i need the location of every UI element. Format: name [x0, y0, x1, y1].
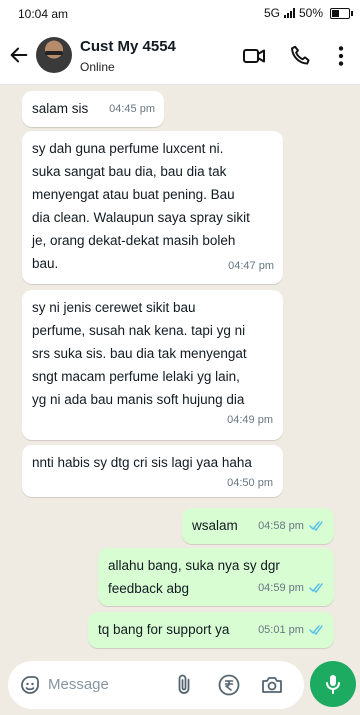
more-options-icon[interactable]	[328, 43, 354, 69]
contact-name[interactable]: Cust My 4554	[80, 38, 176, 55]
status-indicators: 5G 50%	[263, 6, 353, 20]
camera-icon[interactable]	[260, 673, 284, 697]
message-time: 04:47 pm	[228, 260, 274, 272]
read-receipt-icon	[309, 583, 323, 593]
battery-percent: 50%	[298, 6, 323, 20]
attach-icon[interactable]	[172, 673, 196, 697]
message-text: tq bang for support ya	[98, 622, 230, 637]
message-composer[interactable]: Message	[8, 661, 304, 709]
message-bubble-outgoing[interactable]: allahu bang, suka nya sy dgr feedback ab…	[98, 548, 334, 606]
message-meta: 04:58 pm	[258, 515, 325, 538]
payment-rupee-icon[interactable]	[217, 673, 241, 697]
microphone-icon	[326, 675, 340, 694]
message-bubble-incoming[interactable]: salam sis 04:45 pm	[22, 91, 164, 127]
battery-icon	[330, 7, 353, 19]
message-meta: 05:01 pm	[258, 619, 325, 642]
chat-header: Cust My 4554 Online	[0, 28, 360, 85]
message-time: 04:45 pm	[109, 103, 155, 115]
signal-icon	[283, 8, 295, 18]
read-receipt-icon	[309, 521, 323, 531]
message-bubble-incoming[interactable]: sy dah guna perfume luxcent ni. suka san…	[22, 131, 283, 284]
message-time: 04:50 pm	[227, 477, 273, 489]
message-time: 04:59 pm	[258, 582, 304, 594]
message-bubble-incoming[interactable]: nnti habis sy dtg cri sis lagi yaa haha …	[22, 445, 283, 497]
message-bubble-outgoing[interactable]: tq bang for support ya 05:01 pm	[88, 612, 334, 648]
message-time: 04:49 pm	[227, 414, 273, 426]
network-type: 5G	[263, 6, 280, 20]
message-meta: 04:59 pm	[258, 577, 325, 600]
message-text: nnti habis sy dtg cri sis lagi yaa haha	[32, 455, 252, 470]
message-text: sy dah guna perfume luxcent ni. suka san…	[32, 141, 250, 271]
message-time: 04:58 pm	[258, 520, 304, 532]
contact-status: Online	[80, 60, 115, 74]
voice-message-button[interactable]	[310, 661, 356, 707]
message-text: sy ni jenis cerewet sikit bau perfume, s…	[32, 300, 247, 407]
message-time: 05:01 pm	[258, 624, 304, 636]
sticker-icon[interactable]	[18, 673, 42, 697]
status-bar: 10:04 am 5G 50%	[0, 0, 360, 28]
video-call-icon[interactable]	[241, 43, 267, 69]
message-text: allahu bang, suka nya sy dgr feedback ab…	[108, 558, 280, 596]
message-input[interactable]: Message	[48, 676, 109, 693]
back-arrow-icon[interactable]	[8, 44, 30, 66]
message-text: wsalam	[192, 518, 238, 533]
avatar[interactable]	[36, 37, 72, 73]
message-text: salam sis	[32, 101, 89, 116]
status-time: 10:04 am	[18, 7, 69, 21]
message-list[interactable]: salam sis 04:45 pm sy dah guna perfume l…	[0, 84, 360, 654]
message-bubble-outgoing[interactable]: wsalam 04:58 pm	[182, 508, 334, 544]
phone-call-icon[interactable]	[288, 43, 314, 69]
read-receipt-icon	[309, 625, 323, 635]
message-bubble-incoming[interactable]: sy ni jenis cerewet sikit bau perfume, s…	[22, 290, 283, 440]
